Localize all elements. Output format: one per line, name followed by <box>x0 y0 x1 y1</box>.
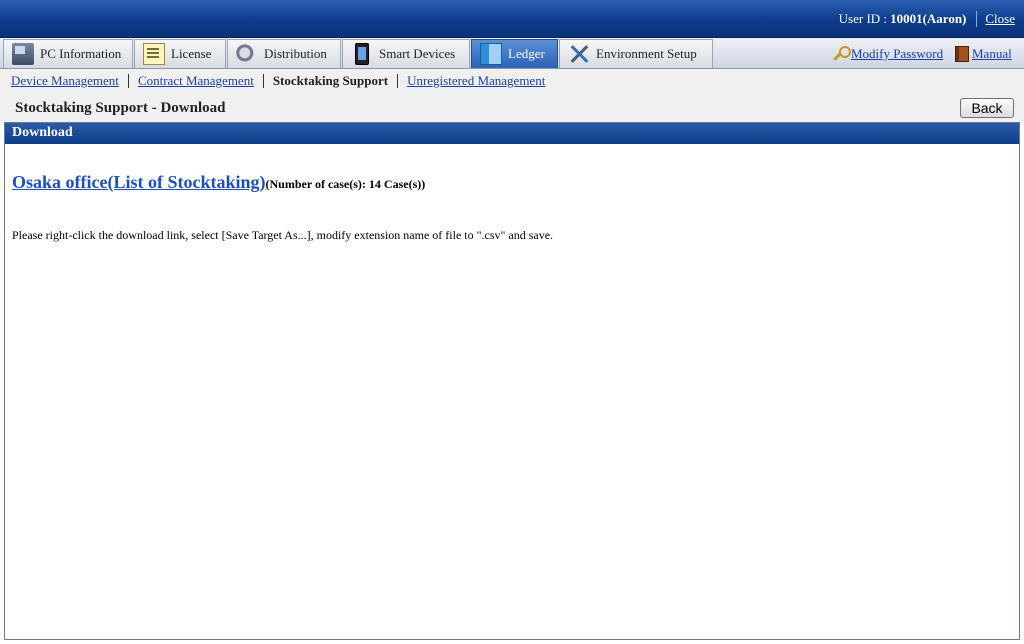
page-title: Stocktaking Support - Download <box>15 100 226 116</box>
smart-device-icon <box>355 43 369 65</box>
subnav-device-management[interactable]: Device Management <box>11 73 119 89</box>
distribution-icon <box>236 43 258 65</box>
tab-ledger[interactable]: Ledger <box>471 39 558 68</box>
subnav-divider <box>397 74 399 88</box>
tab-label: Smart Devices <box>379 46 456 61</box>
tab-smart-devices[interactable]: Smart Devices <box>342 39 470 68</box>
main-tab-bar: PC Information License Distribution Smar… <box>0 38 1024 69</box>
tab-license[interactable]: License <box>134 39 226 68</box>
download-panel: Download Osaka office(List of Stocktakin… <box>4 122 1020 640</box>
user-id-label: User ID : <box>838 11 888 26</box>
top-header-bar: User ID : 10001(Aaron) Close <box>0 0 1024 38</box>
close-link[interactable]: Close <box>985 11 1015 27</box>
tab-environment-setup[interactable]: Environment Setup <box>559 39 713 68</box>
subnav-contract-management[interactable]: Contract Management <box>138 73 254 89</box>
ledger-icon <box>480 43 502 65</box>
subnav-divider <box>127 74 129 88</box>
manual-book-icon <box>955 46 969 62</box>
tab-label: License <box>171 46 212 61</box>
modify-password-item[interactable]: Modify Password <box>832 46 943 62</box>
manual-link[interactable]: Manual <box>972 46 1012 62</box>
back-button[interactable]: Back <box>960 98 1014 118</box>
tab-pc-information[interactable]: PC Information <box>3 39 133 68</box>
user-info: User ID : 10001(Aaron) Close <box>839 11 1015 27</box>
subnav-stocktaking-support: Stocktaking Support <box>272 73 389 88</box>
download-line: Osaka office(List of Stocktaking) (Numbe… <box>12 172 425 193</box>
download-instructions: Please right-click the download link, se… <box>12 228 554 242</box>
tools-icon <box>568 43 590 65</box>
download-link[interactable]: Osaka office(List of Stocktaking) <box>12 172 266 193</box>
header-divider <box>976 11 978 27</box>
panel-heading: Download <box>5 123 1019 144</box>
license-icon <box>143 43 165 65</box>
tab-distribution[interactable]: Distribution <box>227 39 341 68</box>
manual-item[interactable]: Manual <box>955 46 1012 62</box>
sub-navigation: Device Management Contract Management St… <box>0 69 1024 93</box>
user-id-value: 10001(Aaron) <box>890 11 967 26</box>
tab-label: Environment Setup <box>596 46 697 61</box>
modify-password-link[interactable]: Modify Password <box>851 46 943 62</box>
tab-label: PC Information <box>40 46 122 61</box>
subnav-unregistered-management[interactable]: Unregistered Management <box>407 73 545 89</box>
page-header: Stocktaking Support - Download Back <box>0 93 1024 122</box>
key-icon <box>832 46 851 62</box>
tab-label: Distribution <box>264 46 327 61</box>
pc-icon <box>12 43 34 65</box>
subnav-divider <box>262 74 264 88</box>
case-count: (Number of case(s): 14 Case(s)) <box>265 177 426 191</box>
tab-label: Ledger <box>508 46 545 61</box>
